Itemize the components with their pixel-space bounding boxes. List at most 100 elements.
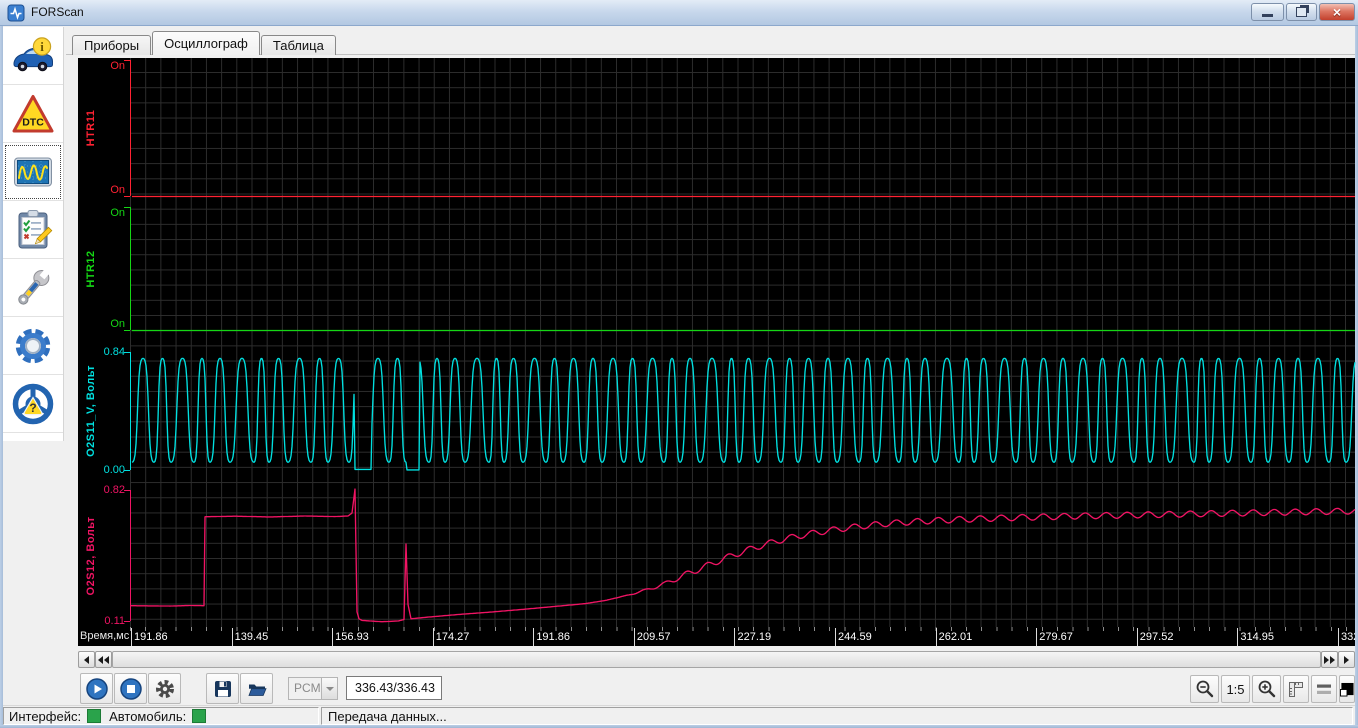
time-scale-button[interactable]: 1:5 [1221,675,1250,703]
folder-icon [247,684,267,696]
axis-top-label: 0.82 [103,484,125,496]
plot-grid [124,58,1356,627]
module-select[interactable]: PCM [288,677,338,700]
time-tick-label: 297.52 [1136,628,1173,646]
minimize-icon [1262,14,1273,17]
status-bar: Интерфейс: Автомобиль: Передача данных..… [3,705,1355,725]
scroll-right-button[interactable] [1338,651,1355,668]
time-tick-label: 227.19 [734,628,771,646]
interface-status-label: Интерфейс: [9,708,82,724]
scrollbar-thumb[interactable] [112,651,1321,668]
svg-text:DTC: DTC [22,116,44,128]
scroll-end-button[interactable] [1321,651,1338,668]
sidebar-item-settings[interactable] [3,317,63,375]
arrow-right-icon [1324,655,1329,664]
zoom-in-button[interactable] [1252,675,1281,703]
time-tick-label: 332.4 [1337,628,1355,646]
sidebar: i DTC ? [3,27,64,441]
forscan-window: { "window": {"title": "FORScan"}, "title… [0,0,1358,728]
car-info-icon: i [13,36,53,71]
background-color-button[interactable] [1339,675,1355,703]
sidebar-item-service-functions[interactable] [3,259,63,317]
ruler-tool-button[interactable] [1283,675,1309,703]
close-button[interactable]: × [1319,3,1355,21]
axis-bottom-label: On [110,184,125,196]
channel-name-label: O2S12, Вольт [85,516,97,595]
scope-settings-button[interactable] [148,673,181,704]
title-bar[interactable]: FORScan × [0,0,1358,26]
channel-name-label: HTR11 [85,109,97,147]
arrow-left-icon [104,655,109,664]
tab-devices[interactable]: Приборы [72,35,152,55]
sidebar-item-help[interactable]: ? [3,375,63,433]
wrench-icon [18,268,50,305]
checklist-icon [18,209,53,248]
minimize-button[interactable] [1251,3,1284,21]
help-wheel-icon: ? [12,383,54,424]
time-tick-label: 314.95 [1237,628,1274,646]
forscan-logo-icon [7,4,25,22]
dtc-warning-icon: DTC [12,94,54,132]
open-button[interactable] [240,673,273,704]
restore-button[interactable] [1286,3,1317,21]
time-tick-label: 139.45 [231,628,268,646]
sidebar-item-vehicle-info[interactable]: i [3,27,63,85]
tab-table[interactable]: Таблица [260,35,336,55]
arrow-left-icon [84,655,89,664]
window-title: FORScan [31,5,84,19]
tab-oscilloscope[interactable]: Осциллограф [152,31,260,55]
time-scrollbar [78,651,1355,668]
play-button[interactable] [80,673,113,704]
axis-bottom-label: On [110,318,125,330]
sidebar-item-service-tests[interactable] [3,201,63,259]
gear-small-icon [155,679,174,698]
oscilloscope-icon [14,157,52,186]
arrow-right-icon [1344,655,1349,664]
connection-status-panel: Интерфейс: Автомобиль: [3,707,319,725]
vehicle-status-label: Автомобиль: [109,708,187,724]
module-select-value: PCM [294,681,321,695]
svg-text:?: ? [29,401,36,415]
save-icon [214,680,231,697]
message-status-panel: Передача данных... [321,707,1353,725]
gear-icon [15,328,51,363]
axis-bottom-label: 0.00 [103,464,125,476]
axis-top-label: On [110,207,125,219]
sidebar-item-dtc[interactable]: DTC [3,85,63,143]
zoom-in-icon [1258,680,1275,698]
scroll-left-button[interactable] [78,651,95,668]
status-message: Передача данных... [328,708,447,724]
arrow-left-icon [98,655,103,664]
lines-icon [1317,684,1331,694]
time-tick-label: 262.01 [935,628,972,646]
scope-traces [124,60,1356,623]
stop-button[interactable] [114,673,147,704]
color-swatch-icon [1340,682,1354,696]
save-button[interactable] [206,673,239,704]
module-select-dropdown-button[interactable] [321,678,337,699]
scroll-home-button[interactable] [95,651,112,668]
ruler-icon [1289,682,1303,697]
axis-top-label: 0.84 [103,346,125,358]
close-icon: × [1332,4,1342,20]
record-time-display[interactable]: 336.43/336.43 s [346,676,442,717]
time-tick-label: 191.86 [533,628,570,646]
time-tick-label: 279.67 [1036,628,1073,646]
zoom-out-button[interactable] [1190,675,1219,703]
line-style-button[interactable] [1311,675,1337,703]
time-tick-label: 209.57 [633,628,671,646]
axis-bottom-label: 0.11 [104,615,125,627]
time-axis: Время,мс 191.86 139.45 156.93 174.27 191.86 2… [78,627,1355,646]
chevron-down-icon [325,686,334,691]
sidebar-item-oscilloscope[interactable] [3,143,63,201]
time-tick-label: 156.93 [332,628,369,646]
axis-top-label: On [110,60,125,72]
tab-bar: Приборы Осциллограф Таблица [72,31,337,55]
svg-text:i: i [40,39,44,54]
zoom-out-icon [1196,680,1213,698]
stop-icon [119,677,142,700]
time-tick-label: 244.59 [835,628,872,646]
oscilloscope-plot: Время,мс 191.86 139.45 156.93 174.27 191.86 2… [78,58,1356,646]
time-tick-label: 191.86 [131,628,168,646]
channel-name-label: O2S11_V, Вольт [85,365,97,457]
